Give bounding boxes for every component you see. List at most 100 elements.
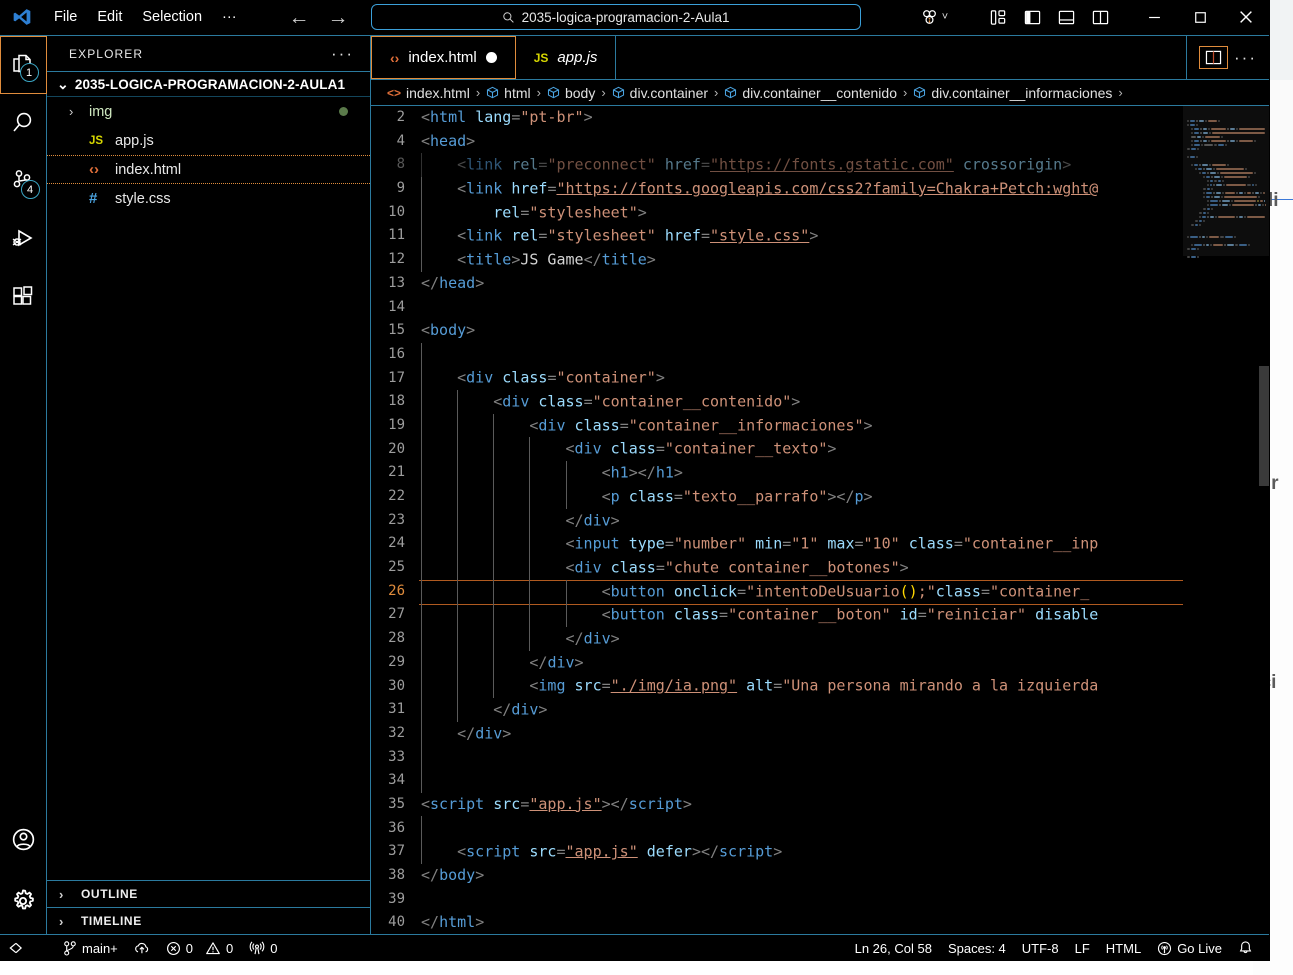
unsaved-indicator-icon[interactable] (485, 52, 497, 63)
code-token: class (610, 439, 656, 458)
scrollbar-thumb[interactable] (1259, 366, 1269, 486)
activity-item-source-control[interactable]: 4 (0, 152, 47, 210)
menu-file[interactable]: File (44, 5, 87, 29)
activity-item-run-and-debug[interactable] (0, 210, 47, 268)
code-line[interactable]: 27 <button class="container__boton" id="… (371, 603, 1183, 627)
tree-root-folder[interactable]: ⌄ 2035-LOGICA-PROGRAMACION-2-AULA1 (47, 72, 370, 97)
code-line[interactable]: 29 </div> (371, 650, 1183, 675)
status-branch[interactable]: main+ (55, 935, 126, 962)
status-sync[interactable] (126, 935, 158, 962)
breadcrumb-separator: › (536, 85, 541, 100)
breadcrumb-item-html[interactable]: html (486, 85, 531, 101)
split-editor-button[interactable] (1199, 46, 1229, 69)
editor-more-actions[interactable]: ··· (1234, 49, 1257, 66)
code-line[interactable]: 17 <div class="container"> (371, 366, 1183, 391)
breadcrumb-item-div-contenido[interactable]: div.container__contenido (724, 85, 897, 101)
activity-item-search[interactable] (0, 94, 47, 152)
status-go-live[interactable]: Go Live (1149, 935, 1230, 962)
tab-index-html[interactable]: ‹› index.html (371, 36, 516, 79)
sidebar-more-actions[interactable]: ··· (331, 45, 354, 62)
code-line[interactable]: 39 (371, 888, 1183, 912)
status-encoding[interactable]: UTF-8 (1014, 935, 1067, 962)
code-line[interactable]: 26 <button onclick="intentoDeUsuario();"… (371, 579, 1183, 606)
activity-item-extensions[interactable] (0, 268, 47, 326)
code-line[interactable]: 13 </head> (371, 272, 1183, 296)
code-line[interactable]: 37 <script src="app.js" defer></script> (371, 840, 1183, 864)
code-line[interactable]: 36 (371, 816, 1183, 841)
tree-item-app-js[interactable]: JS app.js (47, 126, 370, 155)
code-line[interactable]: 21 <h1></h1> (371, 461, 1183, 485)
go-forward-icon[interactable]: → (328, 7, 349, 28)
status-remote-window[interactable] (0, 935, 31, 962)
code-line[interactable]: 33 (371, 745, 1183, 770)
menu-selection[interactable]: Selection (132, 5, 212, 29)
code-line[interactable]: 25 <div class="chute container__botones"… (371, 555, 1183, 580)
code-line[interactable]: 16 (371, 342, 1183, 367)
code-line[interactable]: 38 </body> (371, 864, 1183, 888)
sidebar-section-outline[interactable]: › OUTLINE (47, 880, 370, 907)
breadcrumb-item-file[interactable]: <> index.html (387, 85, 470, 101)
code-line[interactable]: 24 <input type="number" min="1" max="10"… (371, 532, 1183, 556)
status-eol[interactable]: LF (1067, 935, 1098, 962)
window-minimize-button[interactable] (1131, 0, 1177, 34)
minimap[interactable] (1183, 106, 1269, 934)
code-line[interactable]: 9 <link href="https://fonts.googleapis.c… (371, 176, 1183, 201)
code-line[interactable]: 19 <div class="container__informaciones"… (371, 413, 1183, 438)
activity-item-explorer[interactable]: 1 (0, 36, 47, 94)
status-language-mode[interactable]: HTML (1098, 935, 1149, 962)
toggle-secondary-sidebar-button[interactable] (1083, 0, 1117, 34)
status-indentation[interactable]: Spaces: 4 (940, 935, 1014, 962)
code-line[interactable]: 12 <title>JS Game</title> (371, 247, 1183, 272)
code-line[interactable]: 40 </html> (371, 911, 1183, 934)
status-errors[interactable]: 0 0 (158, 935, 241, 962)
toggle-primary-sidebar-button[interactable] (1015, 0, 1049, 34)
code-line[interactable]: 23 </div> (371, 508, 1183, 533)
code-line[interactable]: 28 </div> (371, 626, 1183, 651)
code-line[interactable]: 31 </div> (371, 698, 1183, 722)
command-center-search[interactable]: 2035-logica-programacion-2-Aula1 (370, 4, 861, 30)
code-line[interactable]: 34 (371, 769, 1183, 793)
menu-overflow[interactable]: ··· (212, 5, 247, 29)
status-cursor-position[interactable]: Ln 26, Col 58 (847, 935, 940, 962)
go-back-icon[interactable]: ← (289, 7, 310, 28)
window-close-button[interactable] (1223, 0, 1269, 34)
code-lines[interactable]: 2 <html lang="pt-br"> 4 <head> 8 <link rel="… (371, 106, 1183, 934)
code-line[interactable]: 30 <img src="./img/ia.png" alt="Una pers… (371, 674, 1183, 699)
remote-accounts-button[interactable]: ˅ (911, 0, 957, 34)
code-line[interactable]: 20 <div class="container__texto"> (371, 437, 1183, 462)
code-token: crossorigin (962, 155, 1063, 174)
editor-vertical-scrollbar[interactable] (1259, 106, 1269, 934)
menu-edit[interactable]: Edit (87, 5, 132, 29)
code-line[interactable]: 18 <div class="container__contenido"> (371, 390, 1183, 414)
chevron-right-icon: › (59, 886, 64, 902)
tab-app-js[interactable]: JS app.js (516, 36, 617, 79)
code-line[interactable]: 14 (371, 296, 1183, 320)
status-notifications[interactable] (1230, 935, 1261, 962)
code-line[interactable]: 35 <script src="app.js"></script> (371, 793, 1183, 817)
sidebar-section-timeline[interactable]: › TIMELINE (47, 907, 370, 934)
code-line[interactable]: 10 rel="stylesheet"> (371, 200, 1183, 225)
minimap-line (1209, 164, 1211, 166)
toggle-panel-button[interactable] (1049, 0, 1083, 34)
breadcrumb-item-div-informaciones[interactable]: div.container__informaciones (913, 85, 1112, 101)
status-ports[interactable]: 0 (241, 935, 285, 962)
code-line[interactable]: 8 <link rel="preconnect" href="https://f… (371, 153, 1183, 177)
tree-item-img[interactable]: › img (47, 97, 370, 126)
customize-layout-button[interactable] (981, 0, 1015, 34)
tree-item-style-css[interactable]: # style.css (47, 184, 370, 213)
sidebar-section-label: OUTLINE (81, 887, 138, 901)
code-line[interactable]: 15 <body> (371, 319, 1183, 343)
window-maximize-button[interactable] (1177, 0, 1223, 34)
code-line[interactable]: 11 <link rel="stylesheet" href="style.cs… (371, 224, 1183, 248)
activity-item-settings[interactable] (0, 868, 47, 934)
tree-item-index-html[interactable]: ‹› index.html (47, 155, 370, 184)
code-line[interactable]: 32 </div> (371, 721, 1183, 746)
breadcrumb-item-body[interactable]: body (547, 85, 595, 101)
code-line[interactable]: 22 <p class="texto__parrafo"></p> (371, 484, 1183, 509)
activity-item-accounts[interactable] (0, 810, 47, 868)
code-token: title (601, 250, 647, 269)
code-line[interactable]: 4 <head> (371, 130, 1183, 154)
breadcrumb-item-div-container[interactable]: div.container (612, 85, 708, 101)
code-line[interactable]: 2 <html lang="pt-br"> (371, 106, 1183, 130)
